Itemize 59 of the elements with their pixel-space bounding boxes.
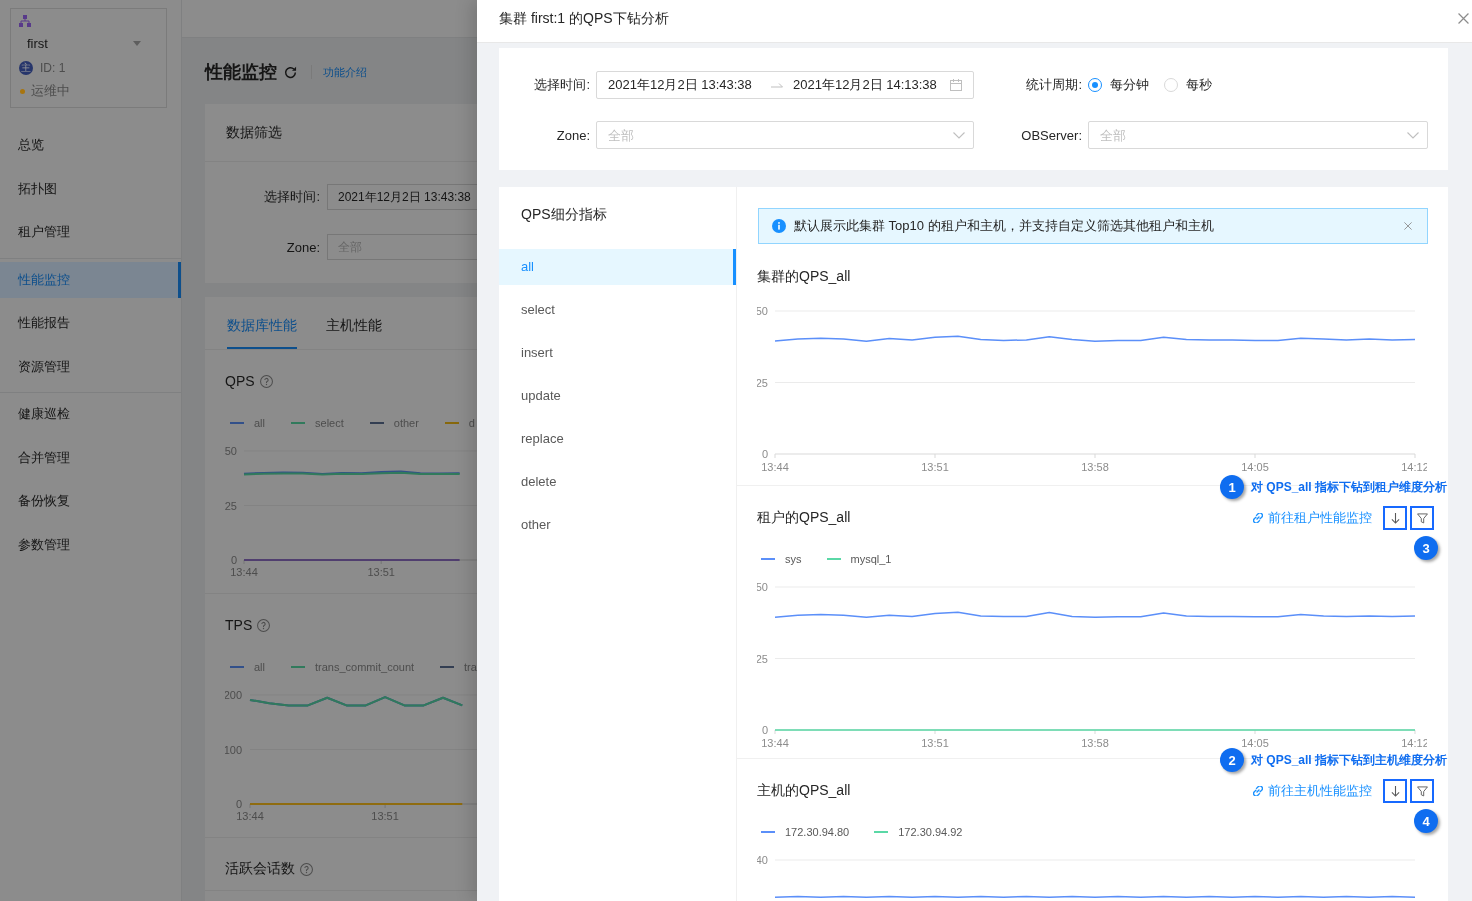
callout-text: 对 QPS_all 指标下钻到租户维度分析 (1251, 478, 1448, 496)
axis-label: 13:44 (761, 737, 789, 749)
axis-label: 25 (225, 499, 237, 512)
panel-title: QPS细分指标 (521, 206, 607, 224)
axis-label: 0 (761, 724, 768, 736)
field-label: 统计周期: (1026, 76, 1082, 94)
chart-title: QPS (225, 373, 255, 389)
axis-label: 13:51 (371, 810, 399, 822)
axis-label: 50 (757, 305, 768, 317)
field-label: OBServer: (1021, 127, 1082, 143)
cluster-id: ID: 1 (40, 61, 66, 75)
legend-label: tra (464, 661, 477, 673)
axis-label: 13:58 (1081, 737, 1109, 749)
status-label: 运维中 (31, 82, 70, 100)
field-label: Zone: (286, 239, 320, 255)
legend-label: d (468, 417, 475, 429)
drawer-title: 集群 first:1 的QPS下钻分析 (499, 9, 669, 27)
chart-title: TPS (225, 617, 253, 633)
axis-label: 13:44 (761, 461, 789, 473)
chart-title: 活跃会话数 (225, 860, 295, 878)
chart-title: 租户的QPS_all (757, 509, 851, 527)
legend-label: all (254, 661, 265, 673)
legend-label: trans_commit_count (315, 661, 415, 673)
legend-label: mysql_1 (850, 553, 892, 565)
axis-label: 13:51 (921, 737, 949, 749)
callout-text: 对 QPS_all 指标下钻到主机维度分析 (1251, 751, 1448, 769)
axis-label: 13:51 (367, 566, 395, 578)
page-title: 性能监控 (205, 61, 277, 84)
axis-label: 13:44 (236, 810, 264, 822)
card-title: 数据筛选 (226, 123, 282, 142)
step-marker: 2 (1220, 748, 1244, 772)
legend-label: other (393, 417, 419, 429)
field-label: 选择时间: (534, 76, 590, 94)
step-marker: 3 (1414, 536, 1438, 560)
axis-label: 14:05 (1241, 461, 1269, 473)
axis-label: 13:58 (1081, 461, 1109, 473)
step-marker: 1 (1220, 475, 1244, 499)
axis-label: 200 (225, 689, 242, 701)
role-badge: 主 (19, 61, 33, 75)
chart-title: 主机的QPS_all (757, 782, 851, 800)
legend-label: 172.30.94.80 (785, 826, 850, 838)
legend-label: 172.30.94.92 (898, 826, 963, 838)
alert-text: 默认展示此集群 Top10 的租户和主机，并支持自定义筛选其他租户和主机 (794, 217, 1215, 235)
axis-label: 25 (757, 652, 768, 665)
axis-label: 14:05 (1241, 737, 1269, 749)
legend-label: all (254, 417, 265, 429)
axis-label: 13:44 (230, 566, 258, 578)
field-label: 选择时间: (264, 188, 320, 206)
axis-label: 0 (761, 448, 768, 460)
legend-label: sys (785, 553, 802, 565)
field-label: Zone: (556, 127, 590, 143)
axis-label: 50 (757, 581, 768, 593)
step-marker: 4 (1414, 809, 1438, 833)
axis-label: 25 (757, 376, 768, 389)
legend-label: select (315, 417, 344, 429)
axis-label: 13:51 (921, 461, 949, 473)
axis-label: 100 (225, 743, 242, 756)
axis-label: 50 (225, 445, 237, 457)
chart-title: 集群的QPS_all (757, 268, 851, 286)
